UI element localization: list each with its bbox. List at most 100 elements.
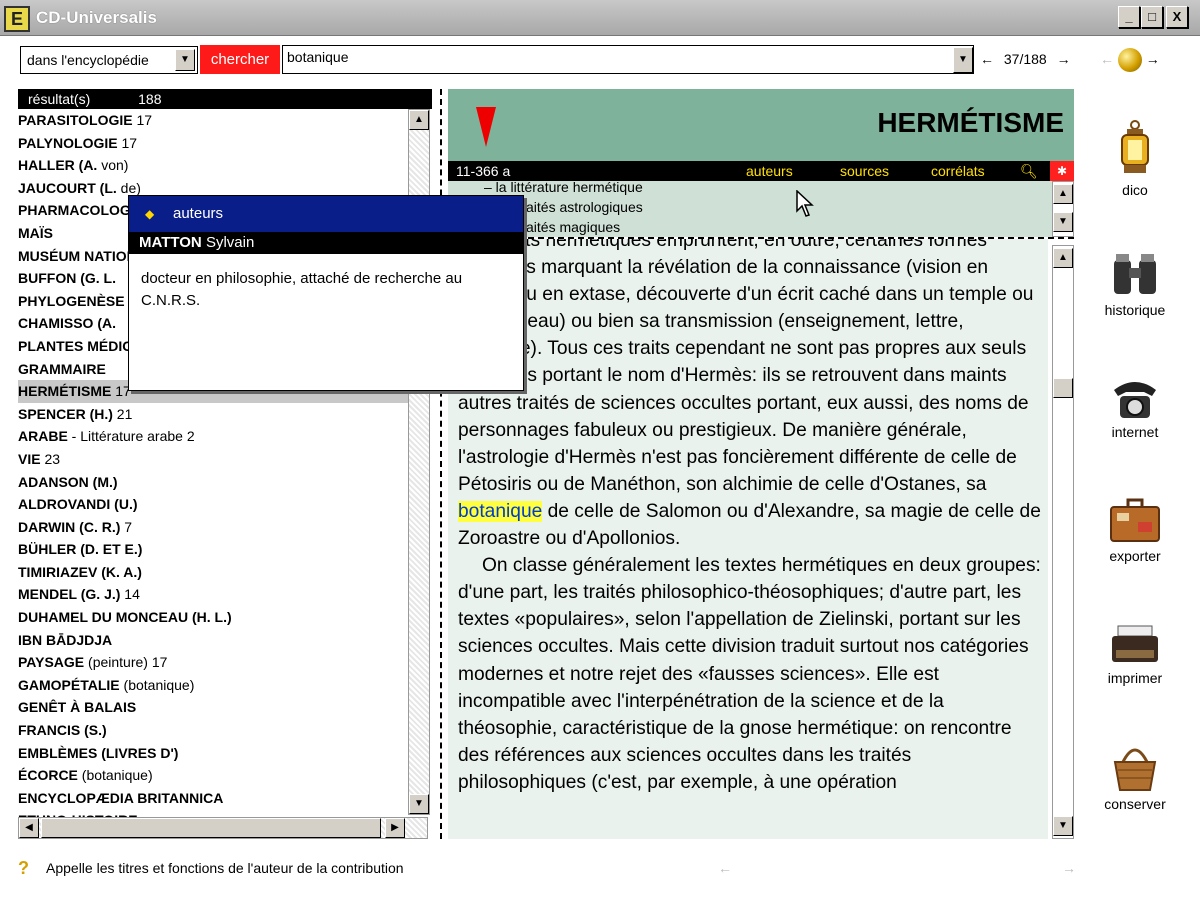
article-scroll-down-button[interactable]: ▼ [1053, 816, 1073, 836]
result-item[interactable]: ADANSON (M.) [18, 471, 408, 494]
result-counter: ← 37/188 → [980, 47, 1071, 71]
tool-label: exporter [1109, 548, 1161, 564]
globe-nav: ← → [1100, 45, 1160, 73]
author-last-name: MATTON [139, 234, 202, 251]
result-item[interactable]: ÉCORCE (botanique) [18, 764, 408, 787]
result-item[interactable]: SPENCER (H.) 21 [18, 403, 408, 426]
scroll-left-button[interactable]: ◀ [19, 818, 39, 838]
bullet-icon: ◆ [145, 207, 155, 221]
author-description: docteur en philosophie, attaché de reche… [141, 270, 463, 309]
result-item[interactable]: VIE 23 [18, 448, 408, 471]
history-dropdown-button[interactable]: ▼ [953, 47, 973, 73]
article-header: HERMÉTISME [448, 89, 1074, 161]
result-item[interactable]: TIMIRIAZEV (K. A.) [18, 561, 408, 584]
result-item[interactable]: PARASITOLOGIE 17 [18, 109, 408, 132]
tool-label: historique [1104, 302, 1166, 318]
link-correlats[interactable]: corrélats [931, 161, 985, 181]
tool-exporter[interactable]: exporter [1090, 498, 1180, 564]
scroll-up-button[interactable]: ▲ [409, 110, 429, 130]
article-title: HERMÉTISME [877, 107, 1064, 138]
results-label: résultat(s) [28, 91, 91, 107]
mouse-cursor-icon [796, 190, 814, 217]
link-sources[interactable]: sources [840, 161, 889, 181]
maximize-button[interactable]: □ [1141, 6, 1163, 28]
tool-dico[interactable]: dico [1090, 120, 1180, 198]
tool-internet[interactable]: internet [1090, 378, 1180, 440]
result-item[interactable]: FRANCIS (S.) [18, 719, 408, 742]
tool-imprimer[interactable]: imprimer [1090, 624, 1180, 686]
chevron-down-icon[interactable]: ▼ [175, 49, 195, 71]
results-count: 188 [138, 91, 162, 107]
hscroll-thumb[interactable] [41, 818, 381, 838]
tool-label: dico [1122, 182, 1148, 198]
result-item[interactable]: IBN BĀDJDJA [18, 629, 408, 652]
result-counter-value: 37/188 [1003, 51, 1047, 67]
result-item[interactable]: PALYNOLOGIE 17 [18, 132, 408, 155]
article-paragraph: Les écrits hermétiques empruntent, en ou… [458, 239, 1041, 550]
article-code: 11-366 a [456, 163, 511, 179]
result-item[interactable]: EMBLÈMES (LIVRES D') [18, 742, 408, 765]
result-item[interactable]: ALDROVANDI (U.) [18, 493, 408, 516]
search-button[interactable]: chercher [200, 45, 280, 74]
scope-value: dans l'encyclopédie [27, 52, 149, 68]
result-item[interactable]: HALLER (A. von) [18, 154, 408, 177]
status-prev-button[interactable]: ← [718, 860, 732, 876]
typewriter-icon [1112, 625, 1158, 662]
prev-result-button[interactable]: ← [980, 51, 994, 67]
tool-historique[interactable]: historique [1090, 252, 1180, 318]
popup-author[interactable]: MATTON Sylvain [129, 232, 523, 254]
status-next-button[interactable]: → [1062, 860, 1076, 876]
globe-icon[interactable] [1117, 48, 1142, 73]
binoculars-icon [1114, 254, 1156, 294]
article-text: Les écrits hermétiques empruntent, en ou… [458, 239, 1044, 796]
result-item[interactable]: DUHAMEL DU MONCEAU (H. L.) [18, 606, 408, 629]
result-item[interactable]: DARWIN (C. R.) 7 [18, 516, 408, 539]
tool-conserver[interactable]: conserver [1090, 740, 1180, 812]
result-item[interactable]: PAYSAGE (peinture) 17 [18, 651, 408, 674]
tool-label: imprimer [1107, 670, 1163, 686]
link-auteurs[interactable]: auteurs [746, 161, 793, 181]
article-panel: HERMÉTISME 11-366 a auteurs sources corr… [448, 89, 1074, 839]
suitcase-icon [1110, 498, 1160, 542]
basket-icon [1113, 748, 1157, 791]
globe-next-button[interactable]: → [1146, 51, 1160, 67]
red-triangle-icon[interactable] [476, 107, 496, 147]
popup-header: ◆ auteurs [129, 196, 523, 232]
globe-prev-button[interactable]: ← [1100, 51, 1114, 67]
result-item[interactable]: MENDEL (G. J.) 14 [18, 583, 408, 606]
article-scroll-thumb[interactable] [1053, 378, 1073, 398]
result-item[interactable]: ARABE - Littérature arabe 2 [18, 425, 408, 448]
scroll-down-button[interactable]: ▼ [409, 794, 429, 814]
article-toc: – la littérature hermétique – les traité… [448, 181, 1074, 237]
article-body: Les écrits hermétiques empruntent, en ou… [448, 239, 1048, 839]
next-result-button[interactable]: → [1057, 51, 1071, 67]
scope-select[interactable]: dans l'encyclopédie ▼ [20, 46, 198, 74]
search-icon[interactable]: 🔍︎ [1020, 161, 1038, 181]
search-highlight[interactable]: botanique [458, 500, 543, 522]
tool-label: internet [1111, 424, 1159, 440]
result-item[interactable]: GAMOPÉTALIE (botanique) [18, 674, 408, 697]
article-vscroll[interactable]: ▲ ▼ [1052, 245, 1074, 839]
minimize-button[interactable]: _ [1118, 6, 1140, 28]
results-hscroll[interactable]: ◀ ▶ [18, 817, 428, 839]
article-toolbar: 11-366 a auteurs sources corrélats 🔍︎ ✱ [448, 161, 1074, 181]
status-text: Appelle les titres et fonctions de l'aut… [46, 860, 404, 876]
toc-scroll-up-button[interactable]: ▲ [1053, 184, 1073, 204]
result-item[interactable]: BÜHLER (D. ET E.) [18, 538, 408, 561]
close-button[interactable]: X [1166, 6, 1188, 28]
popup-title: auteurs [173, 205, 224, 222]
toc-vscroll[interactable]: ▲ ▼ [1052, 181, 1074, 237]
asterisk-icon[interactable]: ✱ [1050, 161, 1074, 181]
help-icon: ? [18, 858, 29, 878]
result-item[interactable]: ENCYCLOPÆDIA BRITANNICA [18, 787, 408, 810]
app-icon: E [4, 6, 30, 32]
result-item[interactable]: GENÊT À BALAIS [18, 696, 408, 719]
tool-label: conserver [1104, 796, 1166, 812]
window-title: CD-Universalis [36, 8, 157, 27]
toc-scroll-down-button[interactable]: ▼ [1053, 212, 1073, 232]
search-input[interactable]: botanique [282, 45, 974, 74]
results-header: résultat(s) 188 [18, 89, 432, 109]
toc-item[interactable]: – la littérature hermétique [484, 181, 643, 195]
scroll-right-button[interactable]: ▶ [385, 818, 405, 838]
article-scroll-up-button[interactable]: ▲ [1053, 248, 1073, 268]
